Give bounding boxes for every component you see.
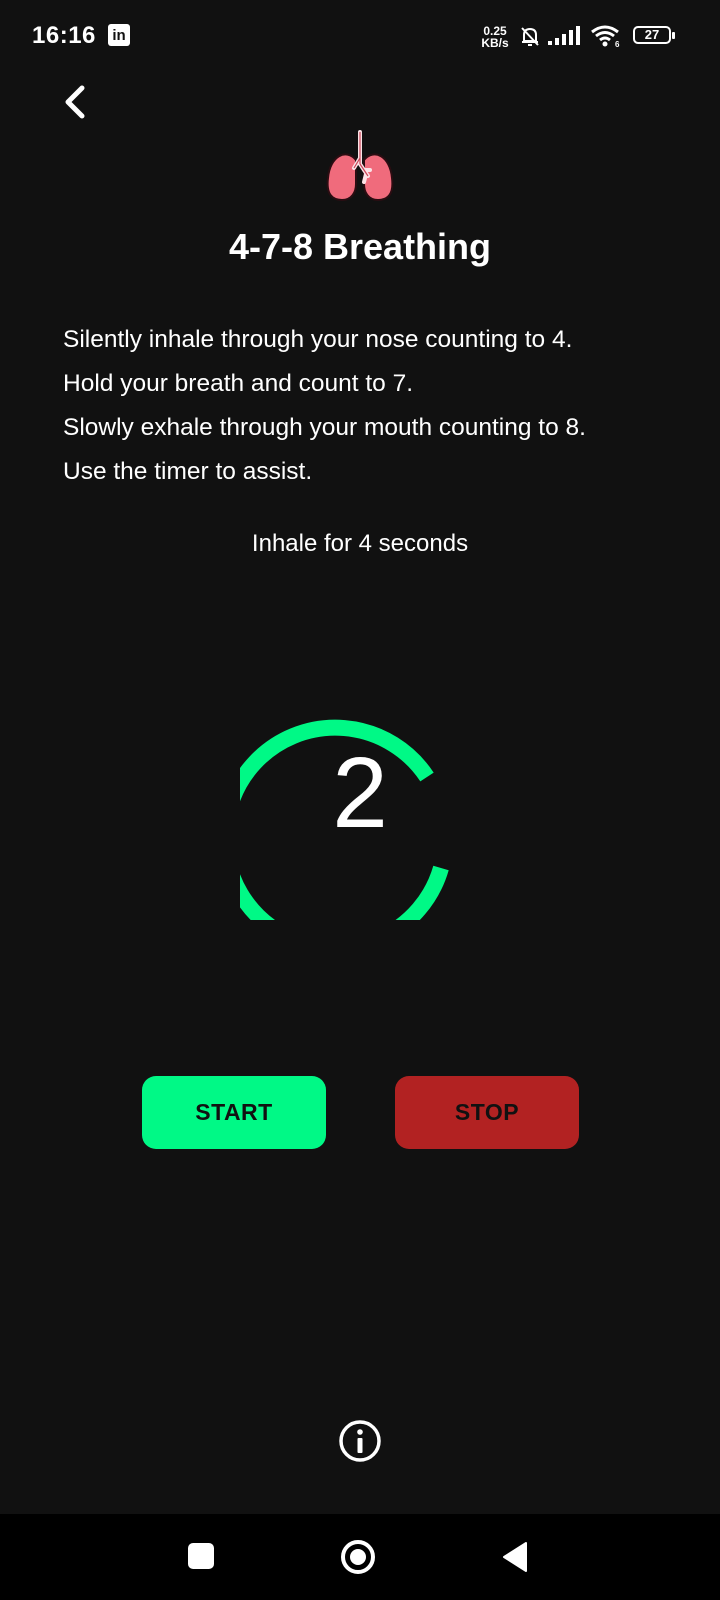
- status-time: 16:16: [32, 22, 96, 49]
- svg-text:6: 6: [615, 40, 620, 48]
- timer-count: 2: [332, 737, 388, 849]
- page-title: 4-7-8 Breathing: [228, 226, 492, 267]
- signal-icon: [548, 26, 580, 45]
- instruction-line: Hold your breath and count to 7.: [63, 370, 414, 397]
- recents-icon[interactable]: [188, 1543, 214, 1569]
- home-icon[interactable]: [339, 1538, 377, 1576]
- wifi-icon: 6: [591, 25, 620, 48]
- phase-label: Inhale for 4 seconds: [251, 530, 469, 557]
- battery-indicator: 27: [633, 26, 675, 44]
- lungs-icon: [326, 130, 394, 202]
- stop-button[interactable]: STOP: [395, 1076, 579, 1149]
- instruction-line: Slowly exhale through your mouth countin…: [63, 414, 586, 441]
- back-button[interactable]: [56, 80, 96, 124]
- instructions: Silently inhale through your nose counti…: [63, 318, 683, 494]
- network-speed-unit: KB/s: [481, 36, 509, 50]
- system-nav-bar: [0, 1514, 720, 1600]
- status-bar: 16:16 in 0.25 KB/s 6 27: [0, 0, 720, 72]
- linkedin-icon: in: [108, 24, 130, 46]
- back-icon[interactable]: [501, 1541, 529, 1573]
- network-speed: 0.25 KB/s: [478, 25, 512, 49]
- instruction-line: Silently inhale through your nose counti…: [63, 326, 573, 353]
- instruction-line: Use the timer to assist.: [63, 458, 313, 485]
- breathing-timer: 2: [240, 680, 460, 920]
- bell-muted-icon: [521, 27, 539, 46]
- start-button[interactable]: START: [142, 1076, 326, 1149]
- info-icon[interactable]: [337, 1418, 383, 1464]
